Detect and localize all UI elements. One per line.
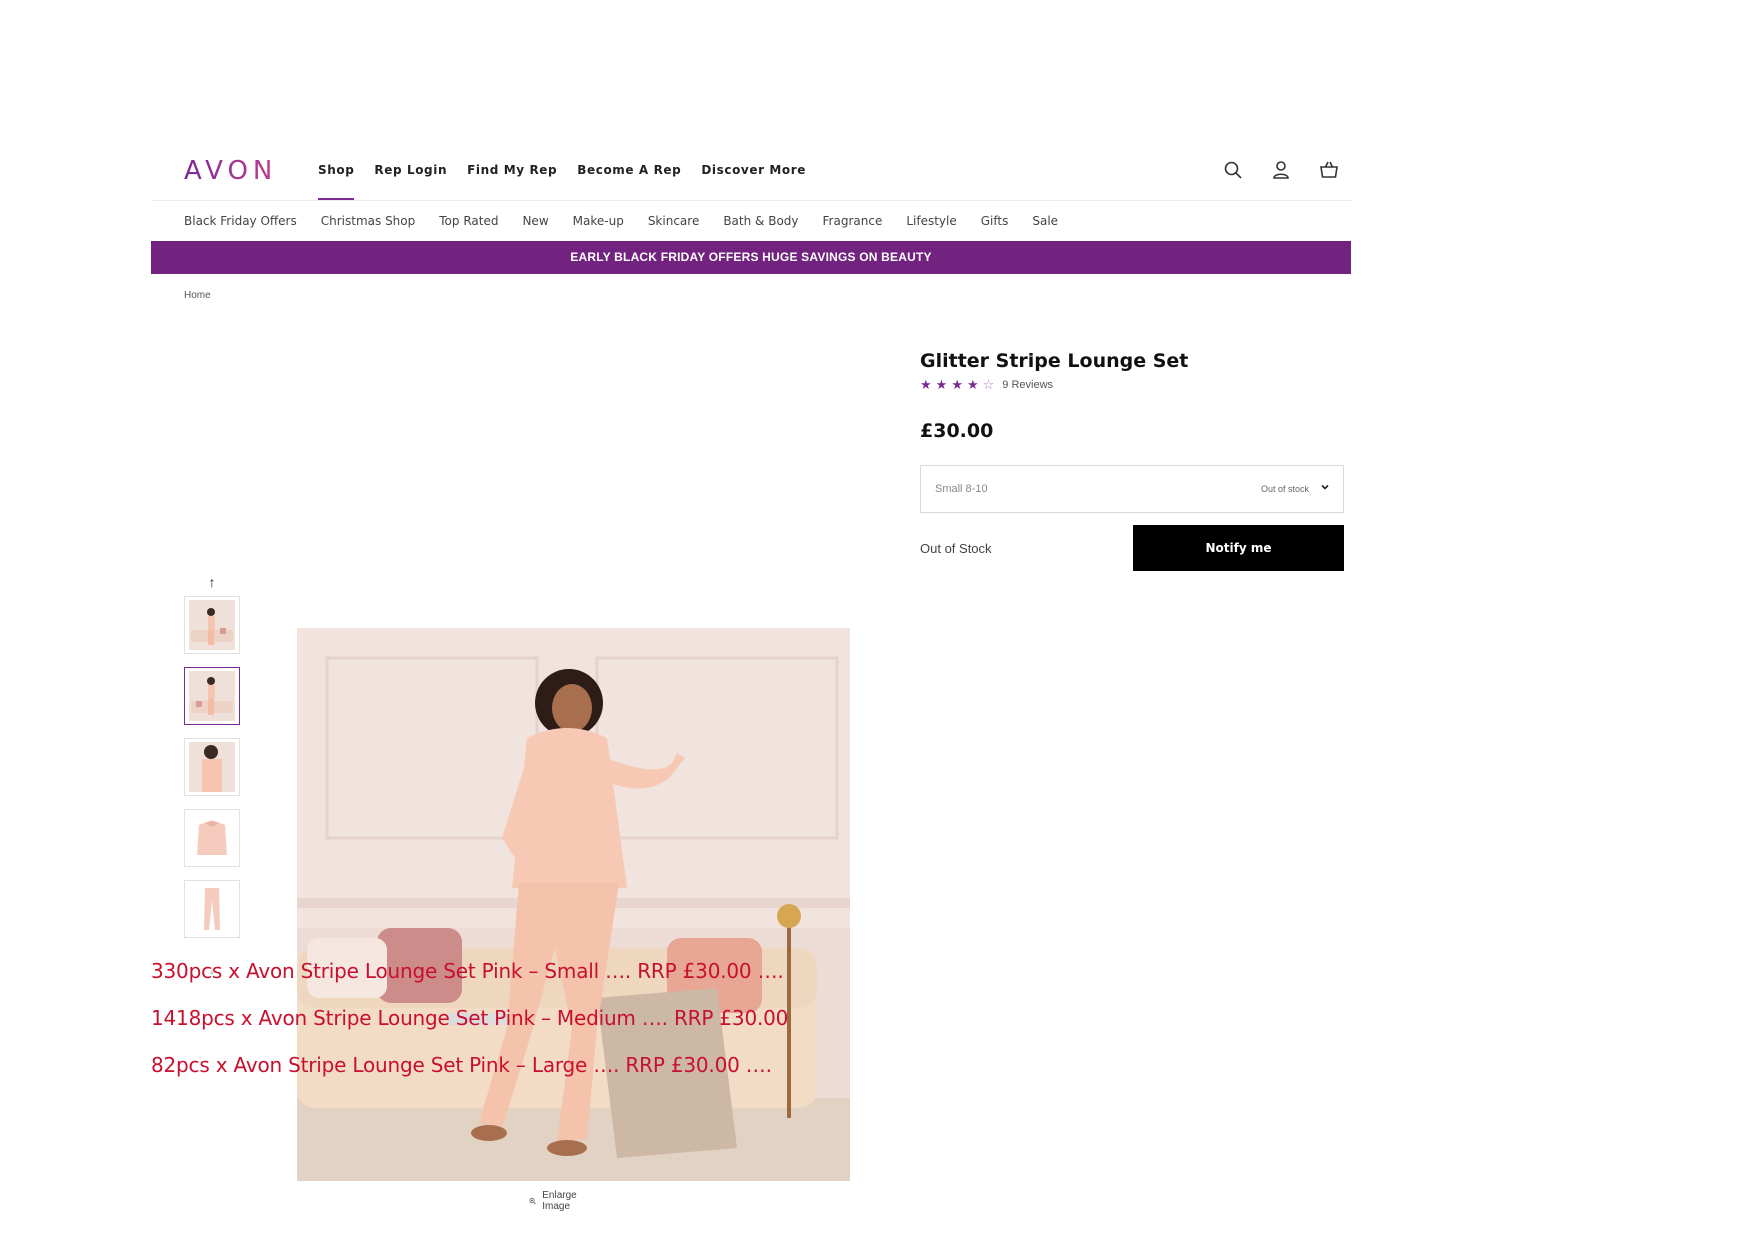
star-empty-icon: ☆ — [982, 377, 995, 392]
main-product-image[interactable] — [297, 628, 850, 1181]
promo-banner[interactable]: EARLY BLACK FRIDAY OFFERS HUGE SAVINGS O… — [151, 241, 1351, 274]
product-price: £30.00 — [920, 420, 994, 442]
thumbnail-strip: ↑ ↓ — [184, 568, 240, 984]
nav-find-my-rep[interactable]: Find My Rep — [467, 140, 557, 200]
cat-makeup[interactable]: Make-up — [573, 214, 624, 228]
size-stock-status: Out of stock — [1260, 484, 1309, 494]
star-filled-icon: ★ — [966, 377, 979, 392]
header-icons — [1221, 158, 1341, 182]
product-title: Glitter Stripe Lounge Set — [920, 350, 1189, 372]
star-filled-icon: ★ — [920, 377, 932, 392]
thumbnail[interactable] — [184, 809, 240, 867]
nav-shop[interactable]: Shop — [318, 140, 355, 200]
thumbnail-image — [189, 600, 235, 650]
thumbnail[interactable] — [184, 596, 240, 654]
size-select[interactable]: Small 8-10 Out of stock — [920, 465, 1344, 513]
thumbnail[interactable] — [184, 880, 240, 938]
chevron-down-icon — [1321, 484, 1329, 490]
arrow-up-icon[interactable]: ↑ — [184, 568, 240, 596]
cat-bath-body[interactable]: Bath & Body — [723, 214, 798, 228]
thumbnail[interactable] — [184, 738, 240, 796]
avon-logo[interactable]: AVON — [184, 156, 277, 186]
thumbnail-image — [189, 742, 235, 792]
product-info: Glitter Stripe Lounge Set ★ ★ ★ ★ ☆ 9 Re… — [920, 348, 1344, 571]
thumbnail-selected[interactable] — [184, 667, 240, 725]
reviews-link[interactable]: 9 Reviews — [1002, 379, 1053, 391]
size-select-value: Small 8-10 — [935, 483, 988, 495]
main-nav: Shop Rep Login Find My Rep Become A Rep … — [318, 140, 826, 200]
notify-me-button[interactable]: Notify me — [1133, 525, 1344, 571]
cat-skincare[interactable]: Skincare — [648, 214, 700, 228]
star-filled-icon: ★ — [951, 377, 963, 392]
zoom-icon — [529, 1197, 536, 1205]
nav-discover-more[interactable]: Discover More — [701, 140, 806, 200]
stock-line-small: 330pcs x Avon Stripe Lounge Set Pink – S… — [151, 959, 784, 983]
search-icon[interactable] — [1221, 158, 1245, 182]
cat-fragrance[interactable]: Fragrance — [823, 214, 883, 228]
cat-black-friday[interactable]: Black Friday Offers — [184, 214, 297, 228]
avon-product-page: AVON Shop Rep Login Find My Rep Become A… — [151, 140, 1351, 1212]
cat-christmas[interactable]: Christmas Shop — [321, 214, 416, 228]
nav-rep-login[interactable]: Rep Login — [374, 140, 447, 200]
star-filled-icon: ★ — [935, 377, 948, 392]
cat-lifestyle[interactable]: Lifestyle — [906, 214, 956, 228]
stock-line-medium: 1418pcs x Avon Stripe Lounge Set Pink – … — [151, 1006, 789, 1030]
thumbnail-image — [189, 813, 235, 863]
cat-gifts[interactable]: Gifts — [981, 214, 1009, 228]
cat-sale[interactable]: Sale — [1032, 214, 1058, 228]
basket-icon[interactable] — [1317, 158, 1341, 182]
enlarge-image-link[interactable]: Enlarge Image — [529, 1190, 581, 1212]
stock-line-large: 82pcs x Avon Stripe Lounge Set Pink – La… — [151, 1053, 772, 1077]
enlarge-label: Enlarge Image — [542, 1190, 577, 1212]
cat-top-rated[interactable]: Top Rated — [439, 214, 498, 228]
site-header: AVON Shop Rep Login Find My Rep Become A… — [151, 140, 1351, 200]
purchase-actions: Out of Stock Notify me — [920, 525, 1344, 571]
thumbnail-image — [189, 884, 235, 934]
cat-new[interactable]: New — [522, 214, 548, 228]
availability-status: Out of Stock — [920, 541, 992, 556]
product-photo — [297, 628, 850, 1181]
stock-lines: 330pcs x Avon Stripe Lounge Set Pink – S… — [151, 948, 788, 1089]
account-icon[interactable] — [1269, 158, 1293, 182]
breadcrumb[interactable]: Home — [184, 290, 211, 301]
product-rating[interactable]: ★ ★ ★ ★ ☆ 9 Reviews — [920, 378, 1344, 392]
nav-become-a-rep[interactable]: Become A Rep — [577, 140, 681, 200]
category-nav: Black Friday Offers Christmas Shop Top R… — [151, 201, 1351, 241]
thumbnail-image — [189, 671, 235, 721]
